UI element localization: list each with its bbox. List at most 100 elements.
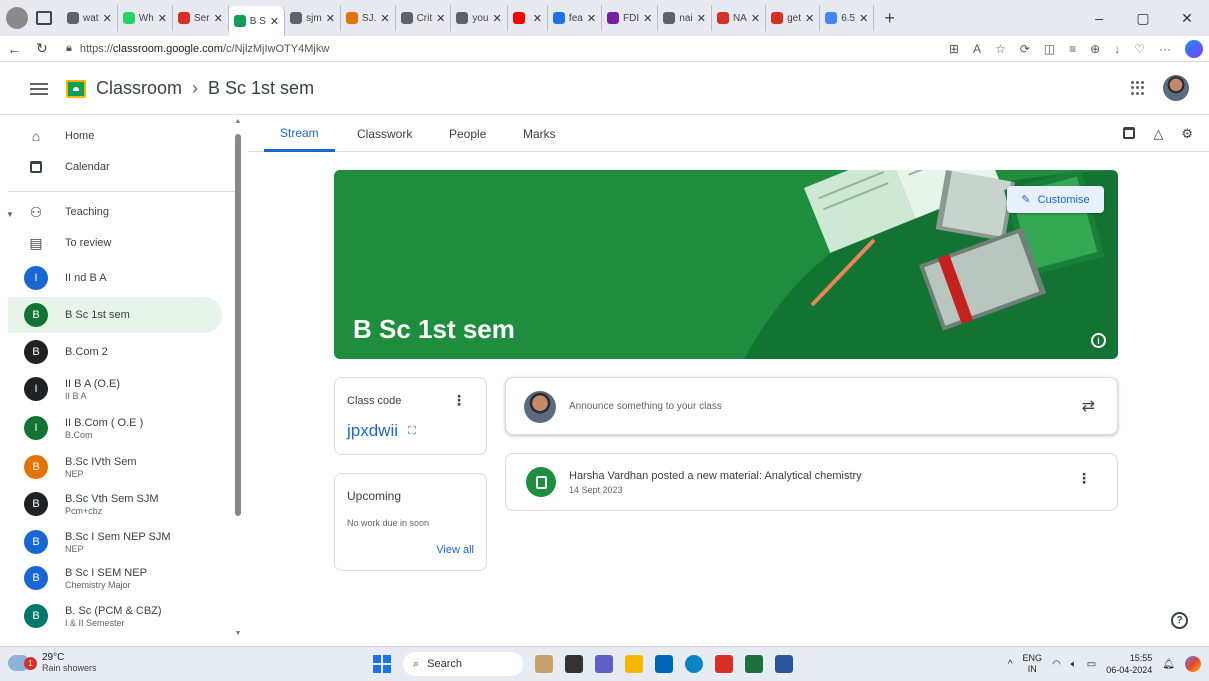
- browser-tab[interactable]: ✕: [508, 5, 548, 31]
- customise-button[interactable]: ✎ Customise: [1007, 186, 1104, 213]
- copilot-taskbar-icon[interactable]: [1185, 656, 1201, 672]
- collections-icon[interactable]: ⊕: [1090, 42, 1100, 56]
- tab-stream[interactable]: Stream: [264, 116, 335, 152]
- sidebar-class-item[interactable]: I II B.Com ( O.E ) B.Com: [8, 410, 222, 446]
- tab-actions-icon[interactable]: [36, 11, 52, 25]
- restore-button[interactable]: ▢: [1121, 10, 1165, 27]
- close-tab-icon[interactable]: ✕: [859, 12, 868, 25]
- browser-tab[interactable]: get ✕: [766, 5, 821, 31]
- volume-icon[interactable]: 🔈︎: [1071, 659, 1077, 670]
- browser-tab[interactable]: NA ✕: [712, 5, 767, 31]
- sidebar-class-item[interactable]: B B.Sc I Sem NEP SJM NEP: [8, 524, 222, 560]
- edge-icon[interactable]: [685, 655, 703, 673]
- close-tab-icon[interactable]: ✕: [643, 12, 652, 25]
- calendar-icon[interactable]: [1123, 127, 1136, 139]
- favorites-icon[interactable]: ≡: [1069, 42, 1076, 56]
- reload-icon[interactable]: ↻: [28, 40, 56, 57]
- url-field[interactable]: 🔒︎ https://classroom.google.com/c/NjlzMj…: [66, 42, 786, 55]
- browser-tab[interactable]: B S ✕: [228, 6, 286, 36]
- settings-gear-icon[interactable]: ⚙: [1181, 126, 1193, 142]
- close-tab-icon[interactable]: ✕: [380, 12, 389, 25]
- chevron-up-icon[interactable]: ^: [1008, 659, 1013, 670]
- acrobat-icon[interactable]: [715, 655, 733, 673]
- start-windows-icon[interactable]: [373, 655, 391, 673]
- profile-icon[interactable]: [6, 7, 28, 29]
- close-window-button[interactable]: ✕: [1165, 10, 1209, 27]
- copilot-icon[interactable]: [1185, 40, 1203, 58]
- close-tab-icon[interactable]: ✕: [587, 12, 596, 25]
- minimize-button[interactable]: –: [1077, 10, 1121, 26]
- split-screen-icon[interactable]: ◫: [1044, 42, 1055, 56]
- view-all-link[interactable]: View all: [436, 544, 474, 556]
- widgets-app-icon[interactable]: [535, 655, 553, 673]
- browser-tab[interactable]: fea ✕: [548, 5, 603, 31]
- store-icon[interactable]: [655, 655, 673, 673]
- language-indicator[interactable]: ENG IN: [1023, 653, 1043, 675]
- browser-tab[interactable]: sjm ✕: [285, 5, 341, 31]
- scrollbar-thumb[interactable]: [235, 134, 241, 516]
- account-avatar[interactable]: [1163, 75, 1189, 101]
- tab-classwork[interactable]: Classwork: [357, 116, 412, 152]
- sidebar-class-item[interactable]: B B.Sc IVth Sem NEP: [8, 449, 222, 485]
- announce-placeholder[interactable]: Announce something to your class: [569, 401, 722, 412]
- more-vert-icon[interactable]: ⋮: [452, 392, 466, 409]
- sidebar-class-item[interactable]: B B.Com 2: [8, 334, 222, 370]
- google-apps-icon[interactable]: [1131, 81, 1145, 95]
- weather-widget[interactable]: 1 29°C Rain showers: [8, 652, 97, 673]
- sidebar-scrollbar[interactable]: ▲ ▼: [234, 116, 242, 644]
- stream-post[interactable]: Harsha Vardhan posted a new material: An…: [505, 453, 1118, 511]
- close-tab-icon[interactable]: ✕: [270, 15, 279, 28]
- word-icon[interactable]: [775, 655, 793, 673]
- favorite-star-icon[interactable]: ☆: [995, 42, 1006, 56]
- performance-icon[interactable]: ♡: [1134, 42, 1145, 56]
- more-vert-icon[interactable]: ⋮: [1077, 470, 1091, 487]
- file-explorer-icon[interactable]: [625, 655, 643, 673]
- browser-tab[interactable]: Crit ✕: [396, 5, 452, 31]
- browser-tab[interactable]: Wh ✕: [118, 5, 173, 31]
- excel-icon[interactable]: [745, 655, 763, 673]
- drive-folder-icon[interactable]: △: [1153, 126, 1163, 142]
- read-aloud-icon[interactable]: A: [973, 42, 981, 56]
- taskbar-search[interactable]: ⌕ Search: [403, 652, 523, 676]
- task-view-icon[interactable]: [565, 655, 583, 673]
- battery-icon[interactable]: ▭: [1087, 659, 1096, 670]
- tab-people[interactable]: People: [449, 116, 486, 152]
- close-tab-icon[interactable]: ✕: [103, 12, 112, 25]
- new-tab-button[interactable]: +: [884, 8, 895, 29]
- close-tab-icon[interactable]: ✕: [805, 12, 814, 25]
- announce-box[interactable]: Announce something to your class ⇄: [505, 377, 1118, 435]
- tab-marks[interactable]: Marks: [523, 116, 556, 152]
- app-available-icon[interactable]: ⊞: [949, 42, 959, 56]
- sidebar-class-item[interactable]: B B Sc I SEM NEP Chemistry Major: [8, 560, 222, 596]
- help-icon[interactable]: ?: [1171, 612, 1188, 629]
- close-tab-icon[interactable]: ✕: [158, 12, 167, 25]
- notification-bell-icon[interactable]: 🔔︎: [1162, 659, 1175, 670]
- browser-tab[interactable]: nai ✕: [658, 5, 712, 31]
- close-tab-icon[interactable]: ✕: [751, 12, 760, 25]
- close-tab-icon[interactable]: ✕: [697, 12, 706, 25]
- browser-tab[interactable]: SJ. ✕: [341, 5, 396, 31]
- extensions-icon[interactable]: ⟳: [1020, 42, 1030, 56]
- sidebar-item-calendar[interactable]: Calendar: [8, 149, 222, 185]
- close-tab-icon[interactable]: ✕: [214, 12, 223, 25]
- close-tab-icon[interactable]: ✕: [533, 12, 542, 25]
- classroom-logo-icon[interactable]: [66, 79, 86, 98]
- sidebar-class-item[interactable]: B B. Sc (PCM & CBZ) I & II Semester: [8, 598, 222, 634]
- repost-icon[interactable]: ⇄: [1082, 396, 1095, 416]
- sidebar-item-to-review[interactable]: ▤ To review: [8, 225, 222, 261]
- post-title[interactable]: Harsha Vardhan posted a new material: An…: [569, 470, 862, 482]
- info-icon[interactable]: i: [1091, 333, 1106, 348]
- app-name[interactable]: Classroom: [96, 78, 182, 99]
- scroll-down-icon[interactable]: ▼: [234, 630, 242, 637]
- browser-tab[interactable]: Ser ✕: [173, 5, 229, 31]
- browser-tab[interactable]: you ✕: [451, 5, 508, 31]
- sidebar-class-item[interactable]: B B Sc 1st sem: [8, 297, 222, 333]
- sidebar-class-item[interactable]: I II B A (O.E) II B A: [8, 371, 222, 407]
- wifi-icon[interactable]: ◠: [1052, 659, 1061, 670]
- close-tab-icon[interactable]: ✕: [492, 12, 501, 25]
- teams-icon[interactable]: [595, 655, 613, 673]
- close-tab-icon[interactable]: ✕: [326, 12, 335, 25]
- fullscreen-icon[interactable]: ⛶: [408, 425, 416, 438]
- downloads-icon[interactable]: ↓: [1114, 42, 1120, 56]
- clock[interactable]: 15:55 06-04-2024: [1106, 652, 1152, 676]
